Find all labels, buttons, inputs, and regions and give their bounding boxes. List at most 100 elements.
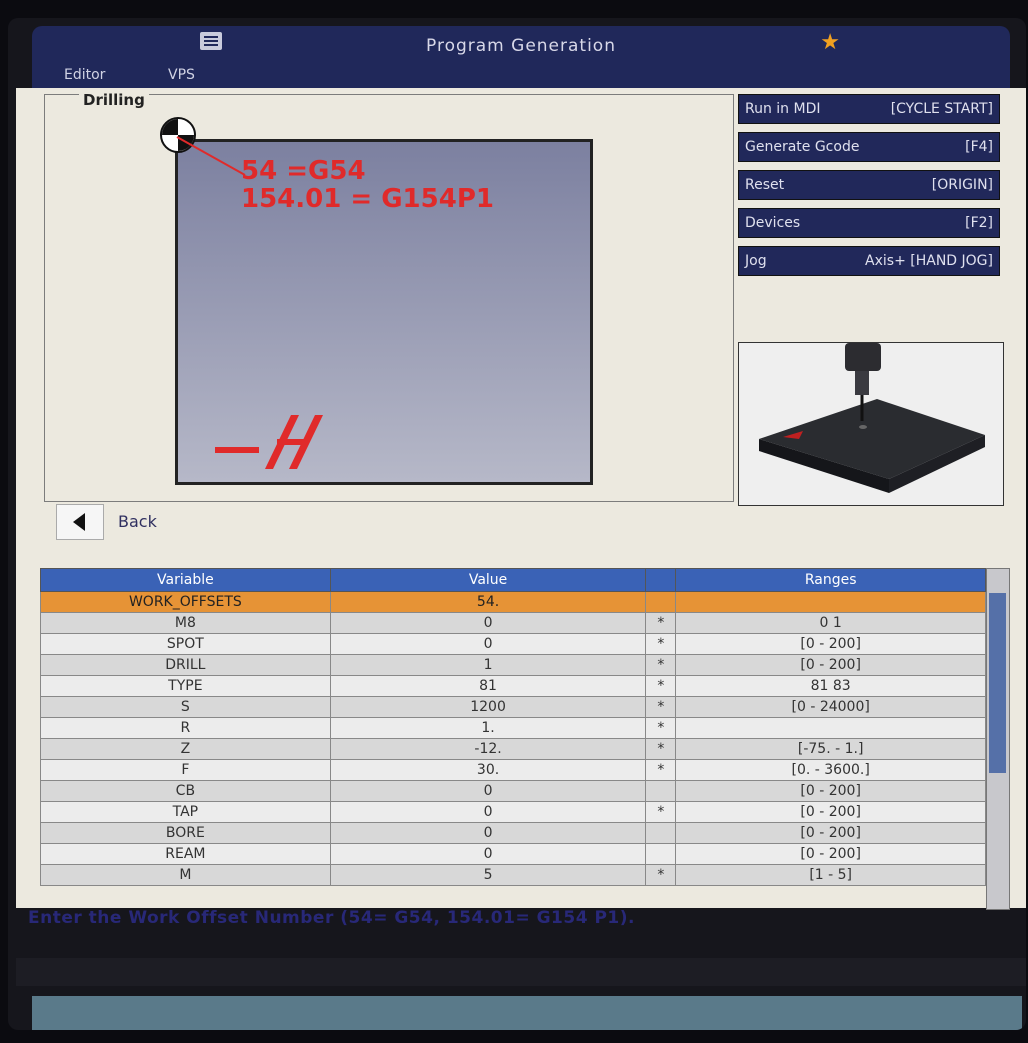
menu-vps[interactable]: VPS [168,67,195,83]
cell-value[interactable]: 54. [329,591,647,613]
cell-range: [0. - 3600.] [675,759,986,781]
cell-flag: * [645,759,677,781]
cell-value[interactable]: 1200 [329,696,647,718]
table-row[interactable]: S 1200 * [0 - 24000] [40,696,986,718]
reset-button[interactable]: Reset [ORIGIN] [738,170,1000,200]
table-row[interactable]: TYPE 81 * 81 83 [40,675,986,697]
back-arrow-icon [56,504,104,540]
generate-gcode-button[interactable]: Generate Gcode [F4] [738,132,1000,162]
cell-value[interactable]: 0 [329,822,647,844]
cell-variable: REAM [40,843,331,865]
jog-label: Jog [745,253,767,269]
cell-range [675,591,986,613]
cell-range [675,717,986,739]
table-row[interactable]: M 5 * [1 - 5] [40,864,986,886]
machine-screen: Program Generation ★ Editor VPS Drilling… [8,18,1026,1030]
cell-value[interactable]: 5 [329,864,647,886]
reset-label: Reset [745,177,785,193]
generate-gcode-label: Generate Gcode [745,139,860,155]
table-row[interactable]: BORE 0 [0 - 200] [40,822,986,844]
cell-value[interactable]: 0 [329,801,647,823]
cell-value[interactable]: 0 [329,843,647,865]
devices-key: [F2] [965,215,993,231]
cell-variable: SPOT [40,633,331,655]
status-message: Enter the Work Offset Number (54= G54, 1… [28,908,635,928]
jog-key: Axis+ [HAND JOG] [865,253,993,269]
run-in-mdi-key: [CYCLE START] [890,101,993,117]
table-row[interactable]: M8 0 * 0 1 [40,612,986,634]
generate-gcode-key: [F4] [965,139,993,155]
title-bar: Program Generation ★ [32,26,1010,64]
menu-bar: Editor VPS [32,64,1010,88]
cell-variable: S [40,696,331,718]
cell-value[interactable]: 1. [329,717,647,739]
cell-flag: * [645,717,677,739]
cell-variable: CB [40,780,331,802]
column-header-value[interactable]: Value [329,568,647,592]
cell-flag: * [645,738,677,760]
star-icon[interactable]: ★ [820,30,840,55]
cell-variable: M [40,864,331,886]
table-row[interactable]: SPOT 0 * [0 - 200] [40,633,986,655]
cell-flag: * [645,801,677,823]
cell-range: [0 - 200] [675,654,986,676]
cell-flag [645,591,677,613]
cell-range: [0 - 200] [675,633,986,655]
run-in-mdi-button[interactable]: Run in MDI [CYCLE START] [738,94,1000,124]
cell-value[interactable]: -12. [329,738,647,760]
cell-range: [1 - 5] [675,864,986,886]
cell-value[interactable]: 30. [329,759,647,781]
drilling-group: Drilling 54 =G54 154.01 = G154P1 [44,91,734,502]
cell-range: [0 - 24000] [675,696,986,718]
cell-flag: * [645,654,677,676]
jog-button[interactable]: Jog Axis+ [HAND JOG] [738,246,1000,276]
cell-value[interactable]: 0 [329,780,647,802]
cell-flag [645,822,677,844]
cell-variable: WORK_OFFSETS [40,591,331,613]
table-row[interactable]: TAP 0 * [0 - 200] [40,801,986,823]
table-row[interactable]: REAM 0 [0 - 200] [40,843,986,865]
cell-range: [0 - 200] [675,801,986,823]
table-row[interactable]: WORK_OFFSETS 54. [40,591,986,613]
cell-flag [645,780,677,802]
cell-variable: M8 [40,612,331,634]
column-header-ranges[interactable]: Ranges [675,568,986,592]
devices-button[interactable]: Devices [F2] [738,208,1000,238]
reset-key: [ORIGIN] [931,177,993,193]
cell-variable: BORE [40,822,331,844]
cell-range: 81 83 [675,675,986,697]
run-in-mdi-label: Run in MDI [745,101,821,117]
table-scrollbar[interactable] [986,568,1010,910]
table-row[interactable]: CB 0 [0 - 200] [40,780,986,802]
window-title: Program Generation [426,36,616,56]
cell-value[interactable]: 0 [329,633,647,655]
cell-range: 0 1 [675,612,986,634]
table-row[interactable]: Z -12. * [-75. - 1.] [40,738,986,760]
cell-range: [0 - 200] [675,843,986,865]
cell-value[interactable]: 1 [329,654,647,676]
cell-flag: * [645,675,677,697]
column-header-variable[interactable]: Variable [40,568,331,592]
cell-variable: DRILL [40,654,331,676]
devices-label: Devices [745,215,801,231]
table-row[interactable]: DRILL 1 * [0 - 200] [40,654,986,676]
table-row[interactable]: F 30. * [0. - 3600.] [40,759,986,781]
variables-table: Variable Value Ranges WORK_OFFSETS 54. M… [40,568,986,886]
cell-value[interactable]: 81 [329,675,647,697]
haas-logo [215,411,325,484]
cell-flag [645,843,677,865]
column-header-flag [645,568,677,592]
annotation-g54: 54 =G54 [241,156,366,186]
cell-variable: TAP [40,801,331,823]
cell-value[interactable]: 0 [329,612,647,634]
cell-flag: * [645,864,677,886]
cell-range: [-75. - 1.] [675,738,986,760]
program-panel: Drilling 54 =G54 154.01 = G154P1 Run in … [16,88,1026,928]
bottom-tab-strip [32,996,1022,1030]
cell-flag: * [645,696,677,718]
table-row[interactable]: R 1. * [40,717,986,739]
scrollbar-thumb[interactable] [989,593,1006,773]
bottom-bar [16,958,1026,986]
menu-editor[interactable]: Editor [64,67,105,83]
back-label: Back [118,512,157,531]
